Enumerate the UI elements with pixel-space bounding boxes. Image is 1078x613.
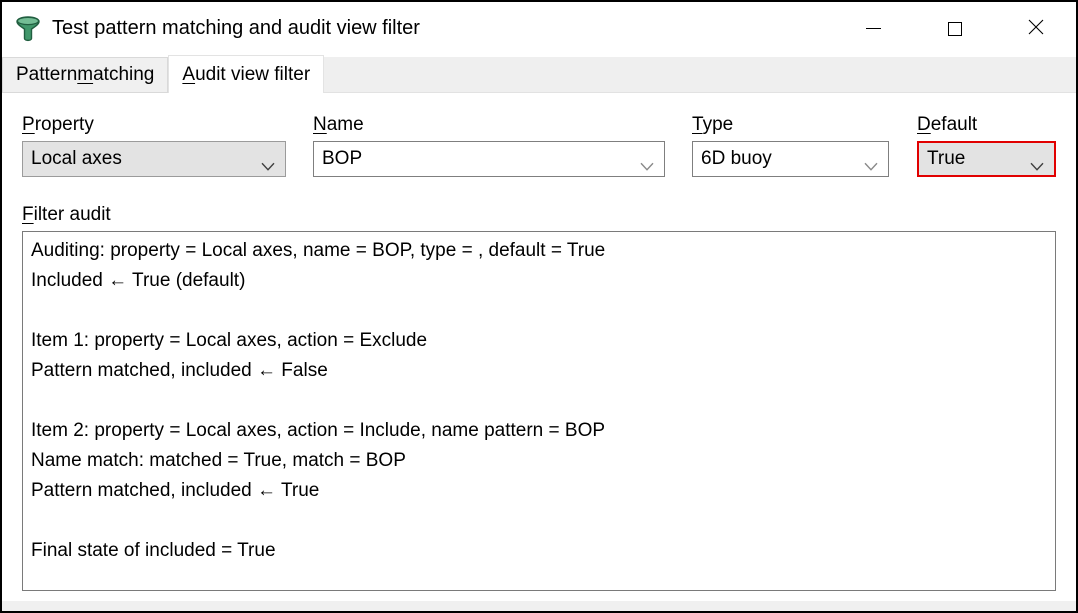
tab-label-mnemonic: m (77, 64, 93, 86)
property-dropdown[interactable]: Local axes (22, 141, 286, 177)
property-value: Local axes (31, 148, 122, 170)
name-value: BOP (322, 148, 362, 170)
close-icon (1028, 19, 1044, 38)
audit-line: Item 1: property = Local axes, action = … (31, 326, 1047, 356)
audit-line (31, 506, 1047, 536)
tab-pattern-matching[interactable]: Pattern matching (2, 57, 168, 93)
property-field-group: Property Local axes (22, 113, 286, 177)
audit-line: Included ← True (default) (31, 266, 1047, 296)
tab-label-mnemonic: A (182, 64, 195, 86)
type-field-group: Type 6D buoy (692, 113, 889, 177)
filter-funnel-icon (14, 15, 42, 43)
default-label: Default (917, 113, 1056, 137)
type-value: 6D buoy (701, 148, 772, 170)
chevron-down-icon (640, 155, 654, 164)
app-window: Test pattern matching and audit view fil… (0, 0, 1078, 613)
audit-line: Name match: matched = True, match = BOP (31, 446, 1047, 476)
filter-audit-label: Filter audit (22, 203, 111, 227)
property-label: Property (22, 113, 286, 137)
type-label: Type (692, 113, 889, 137)
tab-label-part: atching (93, 64, 154, 86)
tab-label-part: udit view filter (195, 64, 310, 86)
minimize-icon (866, 28, 881, 29)
tab-audit-view-filter[interactable]: Audit view filter (168, 55, 324, 93)
audit-line: Item 2: property = Local axes, action = … (31, 416, 1047, 446)
chevron-down-icon (261, 155, 275, 164)
maximize-button[interactable] (914, 2, 995, 55)
audit-line: Final state of included = True (31, 536, 1047, 566)
default-field-group: Default True (917, 113, 1056, 177)
default-value: True (927, 148, 965, 170)
window-title: Test pattern matching and audit view fil… (52, 17, 420, 40)
minimize-button[interactable] (833, 2, 914, 55)
maximize-icon (948, 22, 962, 36)
window-controls (833, 2, 1076, 55)
name-field-group: Name BOP (313, 113, 665, 177)
audit-view-filter-page: Property Local axes Name BOP Type 6D buo… (2, 93, 1076, 601)
default-dropdown[interactable]: True (917, 141, 1056, 177)
audit-line (31, 296, 1047, 326)
chevron-down-icon (1030, 155, 1044, 164)
chevron-down-icon (864, 155, 878, 164)
audit-line: Auditing: property = Local axes, name = … (31, 236, 1047, 266)
filter-audit-textbox[interactable]: Auditing: property = Local axes, name = … (22, 231, 1056, 591)
close-button[interactable] (995, 2, 1076, 55)
window-bottom-strip (2, 601, 1076, 611)
tab-strip-filler (324, 57, 1076, 93)
title-bar: Test pattern matching and audit view fil… (2, 2, 1076, 55)
audit-line: Pattern matched, included ← False (31, 356, 1047, 386)
tab-label-part: Pattern (16, 64, 77, 86)
name-label: Name (313, 113, 665, 137)
name-dropdown[interactable]: BOP (313, 141, 665, 177)
audit-line: Pattern matched, included ← True (31, 476, 1047, 506)
tab-strip: Pattern matching Audit view filter (2, 55, 1076, 93)
audit-line (31, 386, 1047, 416)
type-dropdown[interactable]: 6D buoy (692, 141, 889, 177)
